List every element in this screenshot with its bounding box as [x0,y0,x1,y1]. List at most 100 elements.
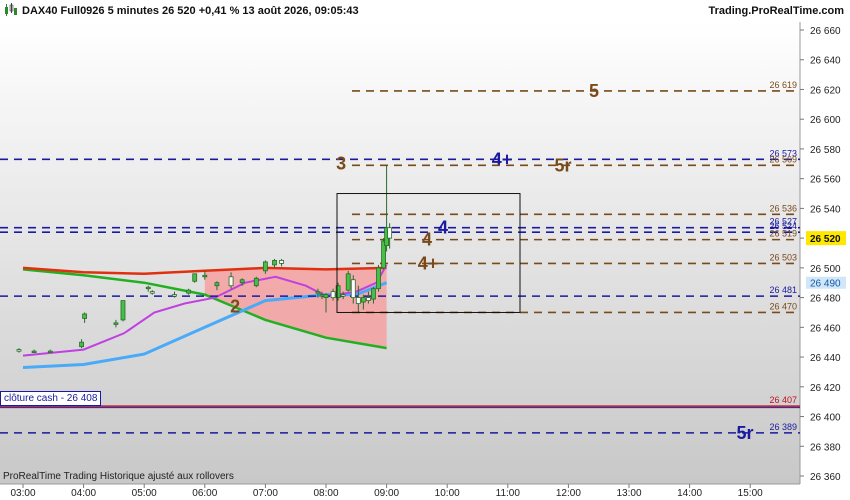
candle-body [202,274,208,278]
legend-swatch [4,27,12,35]
y-axis-tick-label: 26 460 [810,323,841,334]
x-axis-tick-label: 05:00 [132,488,157,499]
legend-label: TMA (6) [185,25,222,37]
legend-item-tma6[interactable]: TMA (6) [171,23,227,39]
axis-background [800,22,850,500]
x-axis-tick-label: 09:00 [374,488,399,499]
candle-body [262,261,268,272]
candle-body [145,286,151,290]
y-axis-tick-label: 26 540 [810,204,841,215]
plot-background [0,22,800,484]
level-value-label: 26 503 [769,252,797,262]
candle-body [387,227,393,239]
legend-label: Prix [15,25,33,37]
candle-body [384,227,390,246]
candle-body [31,350,37,354]
candle-body [360,297,366,303]
candle-body [366,297,371,301]
candle-body [253,277,259,287]
level-value-label: 26 519 [769,229,797,239]
candle-body [239,279,245,284]
level-marker-label: 5r [736,423,753,443]
y-axis-tick-label: 26 620 [810,85,841,96]
legend-swatch [107,27,116,35]
tma310-line [22,266,387,276]
level-value-label: 26 524 [769,221,797,231]
level-marker-label: 4+ [418,253,439,273]
level-value-label: 26 407 [769,395,797,405]
candle-body [149,291,155,294]
y-axis-tick-label: 26 660 [810,26,841,37]
legend-item-tma310[interactable]: TMA (310) [104,23,171,39]
tma-spread-fill [204,267,387,349]
x-axis-tick-label: 15:00 [738,488,763,499]
level-value-label: 26 389 [769,422,797,432]
wave-label: 3 [336,154,346,174]
legend-item-ema31[interactable]: EMA (31) [226,23,288,39]
legend-label: TMA (310) [118,25,166,37]
x-axis-tick-label: 11:00 [496,488,521,499]
level-marker-label: 5r [554,155,571,175]
level-value-label: 26 619 [769,80,797,90]
x-axis-tick-label: 03:00 [10,488,35,499]
level-value-label: 26 536 [769,203,797,213]
level-marker-label: 4 [438,218,448,238]
candle-body [82,313,88,319]
legend-item-price[interactable]: Prix [0,23,38,39]
chart-title: DAX40 Full0926 5 minutes 26 520 +0,41 % … [22,5,359,17]
time-axis-background [0,484,800,500]
x-axis-tick-label: 04:00 [71,488,96,499]
tma6-line [22,264,388,357]
legend-label: EMA (31) [241,25,283,37]
candle-body [355,297,361,304]
candle-body [350,279,356,299]
x-axis-tick-label: 07:00 [253,488,278,499]
x-axis-tick-label: 12:00 [556,488,581,499]
wave-label: 2 [230,296,240,316]
y-axis-tick-label: 26 440 [810,353,841,364]
price-chart[interactable]: 26 619 5 26 573 4+ 26 569 5r 26 536 26 527 4 26 5… [0,0,850,500]
level-value-label: 26 481 [769,285,797,295]
candle-body [113,322,119,325]
candle-body [120,300,126,321]
level-value-label: 26 573 [769,148,797,158]
level-value-label: 26 569 [769,154,797,164]
candle-body [335,285,341,298]
candle-body [192,273,198,282]
y-axis-tick-label: 26 500 [810,264,841,275]
x-axis-tick-label: 10:00 [435,488,460,499]
y-axis-tick-label: 26 640 [810,56,841,67]
y-axis-tick-label: 26 580 [810,145,841,156]
y-axis-tick-label: 26 480 [810,294,841,305]
legend-swatch [174,27,183,35]
footer-note: ProRealTime Trading Historique ajusté au… [3,471,234,482]
candle-body [330,291,336,298]
y-axis-tick-label: 26 360 [810,472,841,483]
candle-body [79,341,84,348]
y-axis-tick-label: 26 380 [810,442,841,453]
candle-body [272,260,277,266]
y-axis-tick-label: 26 420 [810,383,841,394]
candle-body [315,291,321,294]
y-axis-tick-label: 26 560 [810,175,841,186]
candle-body [47,350,53,354]
ema-price-tag [806,276,846,289]
chart-header: DAX40 Full0926 5 minutes 26 520 +0,41 % … [0,0,850,22]
candle-body [381,240,386,269]
candle-body [376,267,381,290]
level-value-label: 26 470 [769,301,797,311]
legend-swatch [230,27,239,35]
level-marker-label: 4 [422,230,432,250]
x-axis-tick-label: 06:00 [192,488,217,499]
current-price-value: 26 520 [810,234,841,245]
candle-body [228,276,234,287]
candle-body [214,282,220,287]
candle-body [172,294,177,297]
candle-body [16,349,22,352]
x-axis-tick-label: 14:00 [677,488,702,499]
legend-label: TMA (155) [52,25,99,37]
candle-body [340,294,346,297]
legend-item-tma155[interactable]: TMA (155) [37,23,104,39]
legend-swatch [41,27,50,35]
candle-body [279,260,284,264]
